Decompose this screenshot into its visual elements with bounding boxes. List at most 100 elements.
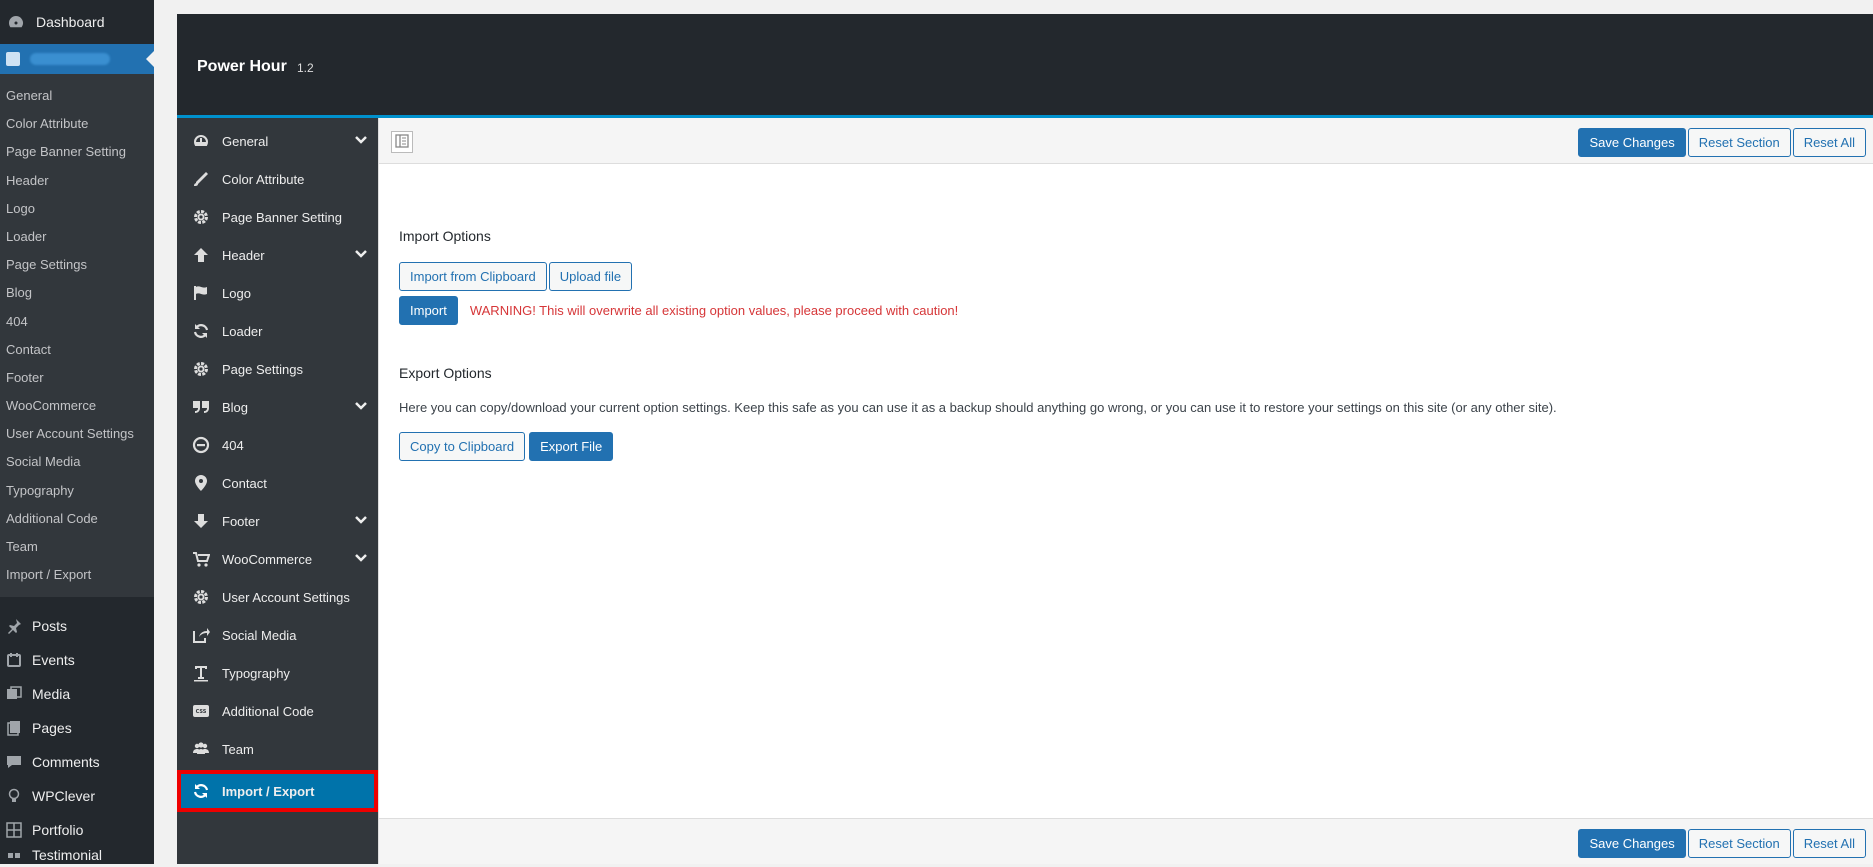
share-icon <box>190 624 212 646</box>
nav-item-404[interactable]: 404 <box>177 426 378 464</box>
nav-item-social-media[interactable]: Social Media <box>177 616 378 654</box>
panel-version: 1.2 <box>297 61 314 75</box>
import-button[interactable]: Import <box>399 296 458 325</box>
comment-icon <box>4 752 24 772</box>
wp-submenu-item[interactable]: Loader <box>0 223 154 251</box>
wp-submenu-item[interactable]: Team <box>0 533 154 561</box>
nav-item-general[interactable]: General <box>177 122 378 160</box>
wp-submenu-item[interactable]: User Account Settings <box>0 420 154 448</box>
chevron-down-icon[interactable] <box>354 247 368 264</box>
wp-submenu-item[interactable]: Additional Code <box>0 505 154 533</box>
wp-submenu-item[interactable]: Page Banner Setting <box>0 138 154 166</box>
nav-item-blog[interactable]: Blog <box>177 388 378 426</box>
nav-item-label: Logo <box>222 285 251 301</box>
flag-icon <box>190 282 212 304</box>
refresh-icon <box>190 780 212 802</box>
cart-icon <box>190 548 212 570</box>
wp-menu-testimonial[interactable]: Testimonial <box>0 847 154 867</box>
refresh-icon <box>190 320 212 342</box>
nav-item-label: Social Media <box>222 627 297 643</box>
nav-item-label: Blog <box>222 399 249 415</box>
chevron-down-icon[interactable] <box>354 513 368 530</box>
wp-menu-label: Comments <box>32 754 100 771</box>
wp-submenu-item[interactable]: Blog <box>0 279 154 307</box>
wp-menu-label: Events <box>32 652 75 669</box>
pin-icon <box>4 616 24 636</box>
save-changes-button[interactable]: Save Changes <box>1578 128 1686 157</box>
nav-item-footer[interactable]: Footer <box>177 502 378 540</box>
nav-item-additional-code[interactable]: CSS Additional Code <box>177 692 378 730</box>
options-panel: Power Hour 1.2 General Color Attribute P… <box>177 14 1873 864</box>
wp-menu-comments[interactable]: Comments <box>0 745 154 779</box>
chevron-down-icon[interactable] <box>354 551 368 568</box>
lightbulb-icon <box>4 786 24 806</box>
gear-icon <box>190 358 212 380</box>
css-icon: CSS <box>190 700 212 722</box>
reset-section-button[interactable]: Reset Section <box>1687 128 1791 157</box>
blurred-menu-label <box>30 53 110 65</box>
media-icon <box>4 684 24 704</box>
dashboard-icon <box>190 130 212 152</box>
map-marker-icon <box>190 472 212 494</box>
upload-file-button[interactable]: Upload file <box>548 262 633 291</box>
export-file-button[interactable]: Export File <box>529 432 614 461</box>
wp-submenu: General Color Attribute Page Banner Sett… <box>0 74 154 598</box>
reset-section-button[interactable]: Reset Section <box>1687 829 1791 858</box>
wp-menu-media[interactable]: Media <box>0 677 154 711</box>
minus-circle-icon <box>190 434 212 456</box>
wp-submenu-item[interactable]: WooCommerce <box>0 392 154 420</box>
nav-item-label: General <box>222 133 269 149</box>
wp-submenu-item[interactable]: Import / Export <box>0 561 154 589</box>
wp-menu-posts[interactable]: Posts <box>0 609 154 643</box>
wp-menu-dashboard[interactable]: Dashboard <box>0 0 154 44</box>
top-action-bar: Save Changes Reset Section Reset All <box>379 118 1873 164</box>
wp-menu-dashboard-label: Dashboard <box>36 14 105 30</box>
wp-submenu-item[interactable]: General <box>0 82 154 110</box>
wp-submenu-item[interactable]: Contact <box>0 336 154 364</box>
reset-all-button[interactable]: Reset All <box>1792 829 1866 858</box>
chevron-down-icon[interactable] <box>354 133 368 150</box>
panel-title: Power Hour <box>197 58 287 75</box>
nav-item-label: Contact <box>222 475 267 491</box>
wp-menu-events[interactable]: Events <box>0 643 154 677</box>
wp-menu-pages[interactable]: Pages <box>0 711 154 745</box>
nav-item-page-settings[interactable]: Page Settings <box>177 350 378 388</box>
dashboard-icon <box>6 12 26 32</box>
import-warning: WARNING! This will overwrite all existin… <box>469 303 959 318</box>
copy-to-clipboard-button[interactable]: Copy to Clipboard <box>399 432 526 461</box>
nav-item-label: Page Settings <box>222 361 303 377</box>
wp-menu-current-theme-options[interactable] <box>0 44 154 74</box>
nav-item-import-export[interactable]: Import / Export <box>177 770 378 812</box>
nav-item-label: Footer <box>222 513 260 529</box>
reset-all-button[interactable]: Reset All <box>1792 128 1866 157</box>
nav-item-typography[interactable]: Typography <box>177 654 378 692</box>
wp-menu-label: Pages <box>32 720 72 737</box>
import-from-clipboard-button[interactable]: Import from Clipboard <box>399 262 547 291</box>
text-icon <box>190 662 212 684</box>
wp-submenu-item[interactable]: Color Attribute <box>0 110 154 138</box>
nav-item-page-banner-setting[interactable]: Page Banner Setting <box>177 198 378 236</box>
wp-menu-wpclever[interactable]: WPClever <box>0 779 154 813</box>
nav-item-team[interactable]: Team <box>177 730 378 768</box>
wp-submenu-item[interactable]: Page Settings <box>0 251 154 279</box>
wp-submenu-item[interactable]: Header <box>0 167 154 195</box>
wp-submenu-item[interactable]: Typography <box>0 477 154 505</box>
nav-item-header[interactable]: Header <box>177 236 378 274</box>
wp-submenu-item[interactable]: Footer <box>0 364 154 392</box>
chevron-down-icon[interactable] <box>354 399 368 416</box>
wp-submenu-item[interactable]: Social Media <box>0 448 154 476</box>
nav-item-woocommerce[interactable]: WooCommerce <box>177 540 378 578</box>
wp-submenu-item[interactable]: 404 <box>0 308 154 336</box>
current-menu-arrow <box>146 51 154 67</box>
wp-menu-portfolio[interactable]: Portfolio <box>0 813 154 847</box>
nav-item-contact[interactable]: Contact <box>177 464 378 502</box>
nav-item-logo[interactable]: Logo <box>177 274 378 312</box>
save-changes-button[interactable]: Save Changes <box>1578 829 1686 858</box>
nav-item-loader[interactable]: Loader <box>177 312 378 350</box>
nav-item-user-account-settings[interactable]: User Account Settings <box>177 578 378 616</box>
expand-options-button[interactable] <box>391 131 413 153</box>
pages-icon <box>4 718 24 738</box>
wp-menu-label: Posts <box>32 618 68 635</box>
nav-item-color-attribute[interactable]: Color Attribute <box>177 160 378 198</box>
wp-submenu-item[interactable]: Logo <box>0 195 154 223</box>
